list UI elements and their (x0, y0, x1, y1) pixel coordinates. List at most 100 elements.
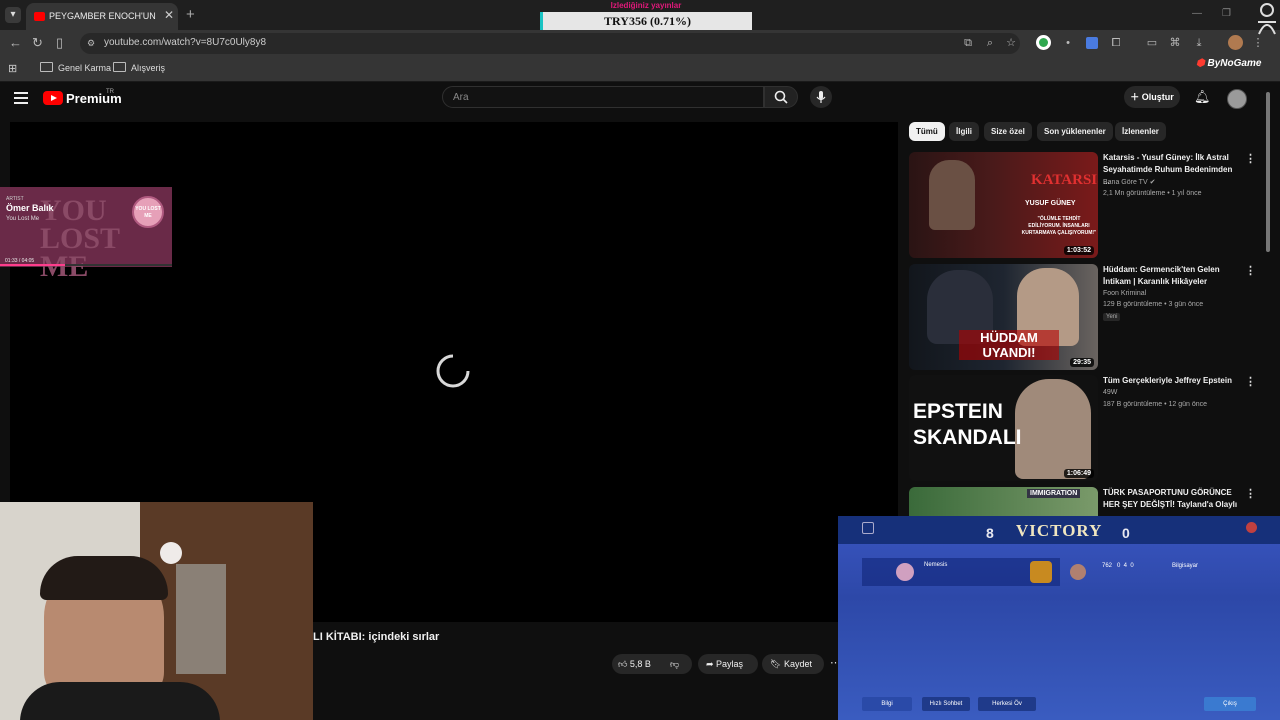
microphone-icon (816, 91, 826, 103)
profile-avatar[interactable] (1228, 35, 1243, 50)
more-options-icon[interactable]: ⋮ (1245, 264, 1256, 277)
webcam-poster-board (176, 564, 226, 674)
download-icon[interactable]: ⤓ (1192, 36, 1206, 50)
channel-name[interactable]: Bana Göre TV ✔︎ (1103, 178, 1155, 186)
dislike-button[interactable]: 👎︎ (670, 654, 679, 674)
video-thumbnail[interactable]: KATARSIS YUSUF GÜNEY "ÖLÜMLE TEHDİT EDİL… (909, 152, 1098, 258)
chip-related[interactable]: İlgili (949, 122, 979, 141)
new-badge: Yeni (1103, 313, 1121, 321)
new-tab-icon[interactable]: + (186, 6, 195, 23)
video-title[interactable]: Hüddam: Germencik'ten Gelen İntikam | Ka… (1103, 264, 1241, 288)
tab-title: PEYGAMBER ENOCH'UN DÜNYA... (49, 11, 157, 21)
install-app-icon[interactable]: ⧉ (961, 36, 975, 50)
chip-recent[interactable]: Son yüklenenler (1037, 122, 1113, 141)
chip-watched[interactable]: İzlenenler (1115, 122, 1166, 141)
video-title: LI KİTABI: içindeki sırlar (313, 631, 440, 643)
plus-icon: ＋ (1130, 92, 1142, 102)
chip-all[interactable]: Tümü (909, 122, 945, 141)
create-button[interactable]: ＋ Oluştur (1124, 86, 1180, 108)
score-right: 0 (1122, 525, 1130, 541)
bookmark-genel-karma[interactable]: Genel Karma (40, 62, 111, 73)
player-name: Nemesis (924, 562, 948, 568)
video-title[interactable]: TÜRK PASAPORTUNU GÖRÜNCE HER ŞEY DEĞİŞTİ… (1103, 487, 1241, 516)
notifications-bell-icon[interactable]: 🔔︎ (1194, 89, 1211, 105)
more-options-icon[interactable]: ⋮ (1245, 487, 1256, 500)
sidebar-toggle-icon[interactable]: ▯ (56, 35, 63, 51)
shield-icon (862, 522, 874, 534)
youtube-logo-icon[interactable] (43, 91, 63, 105)
browser-tab[interactable]: PEYGAMBER ENOCH'UN DÜNYA... ✕ (26, 3, 178, 30)
back-icon[interactable]: ← (9, 35, 22, 50)
mvp-badge-icon (1030, 561, 1052, 583)
search-button[interactable] (764, 86, 798, 108)
voice-search-button[interactable] (810, 86, 832, 108)
tab-search-button[interactable]: ▾ (5, 7, 21, 23)
hero-avatar (896, 563, 914, 581)
folder-icon (113, 62, 126, 72)
loading-spinner-icon (435, 353, 471, 389)
site-info-icon[interactable]: ⚙ (87, 38, 95, 49)
sponsor-label: ByNoGame (1207, 58, 1262, 69)
reload-icon[interactable]: ↻ (32, 35, 43, 51)
account-avatar[interactable] (1227, 89, 1247, 109)
bookmark-alisveris[interactable]: Alışveriş (113, 62, 165, 73)
exit-button[interactable]: Çıkış (1204, 697, 1256, 711)
search-icon (774, 90, 788, 104)
extensions-puzzle-icon[interactable]: ⧠ (1109, 36, 1123, 50)
video-thumbnail[interactable]: IMMIGRATION (909, 487, 1098, 516)
ally-player-row: Nemesis (862, 558, 1060, 586)
bookmark-star-icon[interactable]: ☆ (1004, 36, 1018, 50)
translate-icon[interactable]: ⌘ (1168, 36, 1182, 50)
more-options-icon[interactable]: ⋮ (1245, 152, 1256, 165)
video-title[interactable]: Tüm Gerçekleriyle Jeffrey Epstein (1103, 375, 1241, 387)
extension-green-icon[interactable] (1036, 35, 1051, 50)
url-text[interactable]: youtube.com/watch?v=8U7c0Uly8y8 (104, 37, 266, 48)
like-button[interactable]: 👍︎ 5,8 B (618, 654, 651, 674)
info-button[interactable]: Bilgi (862, 697, 912, 711)
video-duration: 1:03:52 (1063, 246, 1094, 255)
song-title: You Lost Me (6, 216, 40, 222)
game-result-overlay: 8 VICTORY 0 Nemesis 762 0 4 0 Bilgisayar… (838, 516, 1280, 720)
webcam-feed (0, 502, 313, 720)
page-scrollbar[interactable] (1266, 92, 1270, 252)
praise-all-button[interactable]: Herkesi Öv (978, 697, 1036, 711)
minimize-icon[interactable]: — (1192, 8, 1202, 19)
more-options-icon[interactable]: ⋮ (1245, 375, 1256, 388)
score-left: 8 (986, 525, 994, 541)
search-input[interactable] (442, 86, 764, 108)
video-meta: 2,1 Mn görüntüleme • 1 yıl önce (1103, 190, 1202, 197)
quick-chat-button[interactable]: Hızlı Sohbet (922, 697, 970, 711)
apps-grid-icon[interactable]: ⊞ (8, 62, 17, 75)
share-label: Paylaş (716, 659, 744, 669)
share-button[interactable]: ➦ Paylaş (698, 654, 758, 674)
search-placeholder: Ara (453, 92, 469, 103)
close-tab-icon[interactable]: ✕ (164, 8, 174, 22)
create-label: Oluştur (1141, 92, 1174, 102)
translate-extension-icon[interactable] (1086, 37, 1098, 49)
channel-name[interactable]: 49W (1103, 389, 1117, 396)
extension-dot-icon[interactable]: • (1061, 36, 1075, 50)
channel-name[interactable]: Foon Kriminal (1103, 290, 1146, 297)
result-title: VICTORY (1016, 521, 1103, 540)
bookmark-label: Alışveriş (131, 63, 166, 73)
thumbnail-text: EPSTEIN SKANDALI (913, 400, 1022, 449)
save-button[interactable]: 🔖︎ Kaydet (762, 654, 824, 674)
share-icon: ➦ (706, 659, 717, 669)
streamer-mascot-icon (1256, 2, 1278, 36)
chip-for-you[interactable]: Size özel (984, 122, 1032, 141)
enemy-hero-avatar (1070, 564, 1086, 580)
enemy-emblem-icon (1246, 522, 1257, 533)
cast-icon[interactable]: ▭ (1145, 36, 1159, 50)
video-duration: 29:35 (1070, 358, 1094, 367)
maximize-icon[interactable]: ❐ (1222, 8, 1231, 19)
hamburger-menu-icon[interactable] (14, 92, 28, 104)
song-progress-fill (0, 264, 66, 266)
browser-menu-icon[interactable]: ⋮ (1251, 36, 1265, 50)
sponsor-logo: ⬢ ByNoGame (1196, 58, 1262, 69)
video-thumbnail[interactable]: EPSTEIN SKANDALI 1:06:49 (909, 375, 1098, 481)
song-progress-bar (0, 264, 172, 266)
zoom-icon[interactable]: ⌕ (983, 36, 997, 50)
video-thumbnail[interactable]: HÜDDAM UYANDI! 29:35 (909, 264, 1098, 370)
webcam-light (160, 542, 182, 564)
webcam-shirt (20, 682, 220, 720)
